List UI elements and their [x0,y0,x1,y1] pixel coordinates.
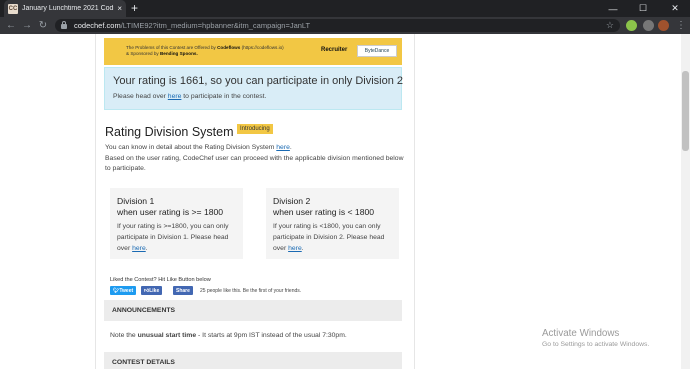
page-viewport: The Problems of this Contest are Offered… [0,34,690,369]
recruiter-label: Recruiter [321,47,348,53]
announcements-heading: ANNOUNCEMENTS [104,300,402,321]
likes-count-text: 25 people like this. Be the first of you… [200,288,302,294]
introducing-badge: Introducing [237,124,273,134]
participate-link[interactable]: here [168,93,182,100]
activate-windows-subtitle: Go to Settings to activate Windows. [542,341,650,348]
close-window-button[interactable]: ✕ [664,0,686,17]
codechef-favicon-icon: CC [8,3,18,14]
system-description: You can know in detail about the Rating … [105,144,404,172]
lock-icon [61,21,67,29]
division-description: If your rating is <1800, you can only pa… [273,223,385,252]
browser-tab-bar: CC January Lunchtime 2021 Coding × + — ☐… [0,0,690,17]
minimize-window-button[interactable]: — [602,0,624,17]
rating-alert: Your rating is 1661, so you can particip… [104,67,404,110]
division-2-card: Division 2 when user rating is < 1800 If … [266,188,399,259]
tab-close-icon[interactable]: × [117,4,122,13]
bytedance-logo: ByteDance [357,45,397,57]
page-scrollbar[interactable] [681,34,690,369]
rating-headline: Your rating is 1661, so you can particip… [113,75,404,87]
sponsor-banner[interactable]: The Problems of this Contest are Offered… [104,38,402,65]
contest-details-heading: CONTEST DETAILS [104,352,402,369]
url-text: codechef.com/LTIME92?itm_medium=hpbanner… [74,21,311,30]
rating-system-link[interactable]: here [276,144,290,151]
tab-title: January Lunchtime 2021 Coding [22,5,115,12]
address-bar[interactable]: codechef.com/LTIME92?itm_medium=hpbanner… [55,19,620,32]
maximize-window-button[interactable]: ☐ [632,0,654,17]
extension-icon[interactable] [626,20,637,31]
new-tab-button[interactable]: + [131,1,138,15]
facebook-share-button[interactable]: Share [173,286,193,295]
activate-windows-title: Activate Windows [542,328,620,339]
bookmark-star-icon[interactable]: ☆ [606,19,614,32]
section-title: Rating Division System [105,125,234,139]
reload-icon[interactable]: ↻ [36,17,50,34]
division-title: Division 1 when user rating is >= 1800 [117,196,224,217]
scrollbar-thumb[interactable] [682,71,689,151]
rating-subtext: Please head over here to participate in … [113,93,267,100]
division-1-card: Division 1 when user rating is >= 1800 If… [110,188,243,259]
like-prompt: Liked the Contest? Hit Like Button below [110,277,211,283]
back-arrow-icon[interactable]: ← [4,17,18,34]
tweet-button[interactable]: 🐦︎ Tweet [110,286,137,295]
division-description: If your rating is >=1800, you can only p… [117,223,229,252]
facebook-like-button[interactable]: 👍︎ Like [141,286,163,295]
announcement-note: Note the unusual start time - It starts … [110,332,347,339]
division-2-link[interactable]: here [288,245,302,252]
browser-menu-icon[interactable]: ⋮ [674,17,688,34]
extension-icon[interactable] [643,20,654,31]
division-1-link[interactable]: here [132,245,146,252]
browser-tab[interactable]: CC January Lunchtime 2021 Coding × [4,0,126,17]
banner-text: The Problems of this Contest are Offered… [126,45,284,56]
forward-arrow-icon[interactable]: → [20,17,34,34]
division-title: Division 2 when user rating is < 1800 [273,196,375,217]
browser-toolbar: ← → ↻ codechef.com/LTIME92?itm_medium=hp… [0,17,690,34]
profile-avatar[interactable] [658,20,669,31]
